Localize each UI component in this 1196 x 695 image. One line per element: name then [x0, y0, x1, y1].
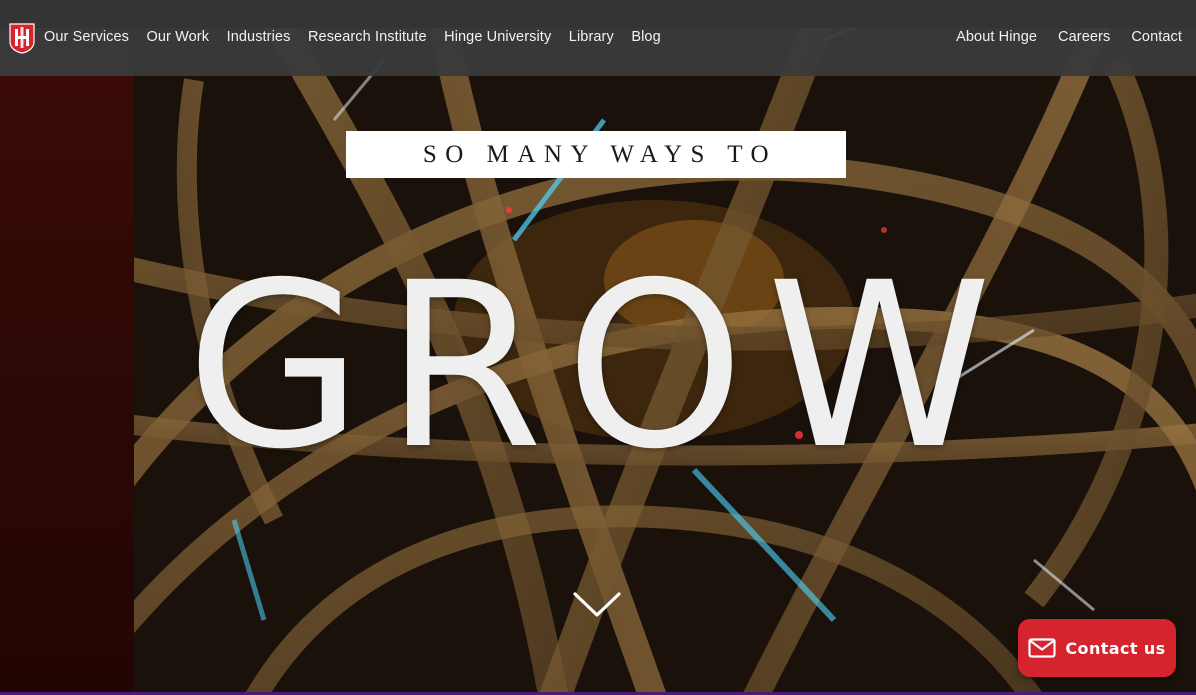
page: Our Services Our Work Industries Researc…: [0, 0, 1196, 695]
contact-us-label: Contact us: [1065, 638, 1166, 658]
primary-nav: Our Services Our Work Industries Researc…: [44, 27, 678, 47]
nav-hinge-university[interactable]: Hinge University: [444, 29, 551, 45]
nav-research-institute[interactable]: Research Institute: [308, 29, 427, 45]
hero-tagline: SO MANY WAYS TO: [422, 140, 778, 168]
tagline-box: SO MANY WAYS TO: [346, 131, 846, 178]
nav-our-work[interactable]: Our Work: [147, 29, 210, 45]
nav-industries[interactable]: Industries: [227, 29, 291, 45]
contact-us-button[interactable]: Contact us: [1018, 619, 1176, 677]
hinge-logo-icon[interactable]: [9, 22, 35, 54]
nav-blog[interactable]: Blog: [631, 29, 660, 45]
mail-icon: [1028, 638, 1057, 658]
nav-our-services[interactable]: Our Services: [44, 29, 129, 45]
secondary-nav: About Hinge Careers Contact: [935, 27, 1182, 47]
top-navigation: Our Services Our Work Industries Researc…: [0, 0, 1196, 76]
nav-contact[interactable]: Contact: [1131, 29, 1182, 45]
navbar-top-band: [0, 0, 1196, 28]
nav-library[interactable]: Library: [569, 29, 614, 45]
hero-left-panel: [0, 0, 134, 695]
nav-careers[interactable]: Careers: [1058, 29, 1110, 45]
chevron-down-icon[interactable]: [572, 590, 622, 620]
nav-about-hinge[interactable]: About Hinge: [956, 29, 1037, 45]
hero-headline: GROW: [186, 233, 1014, 499]
